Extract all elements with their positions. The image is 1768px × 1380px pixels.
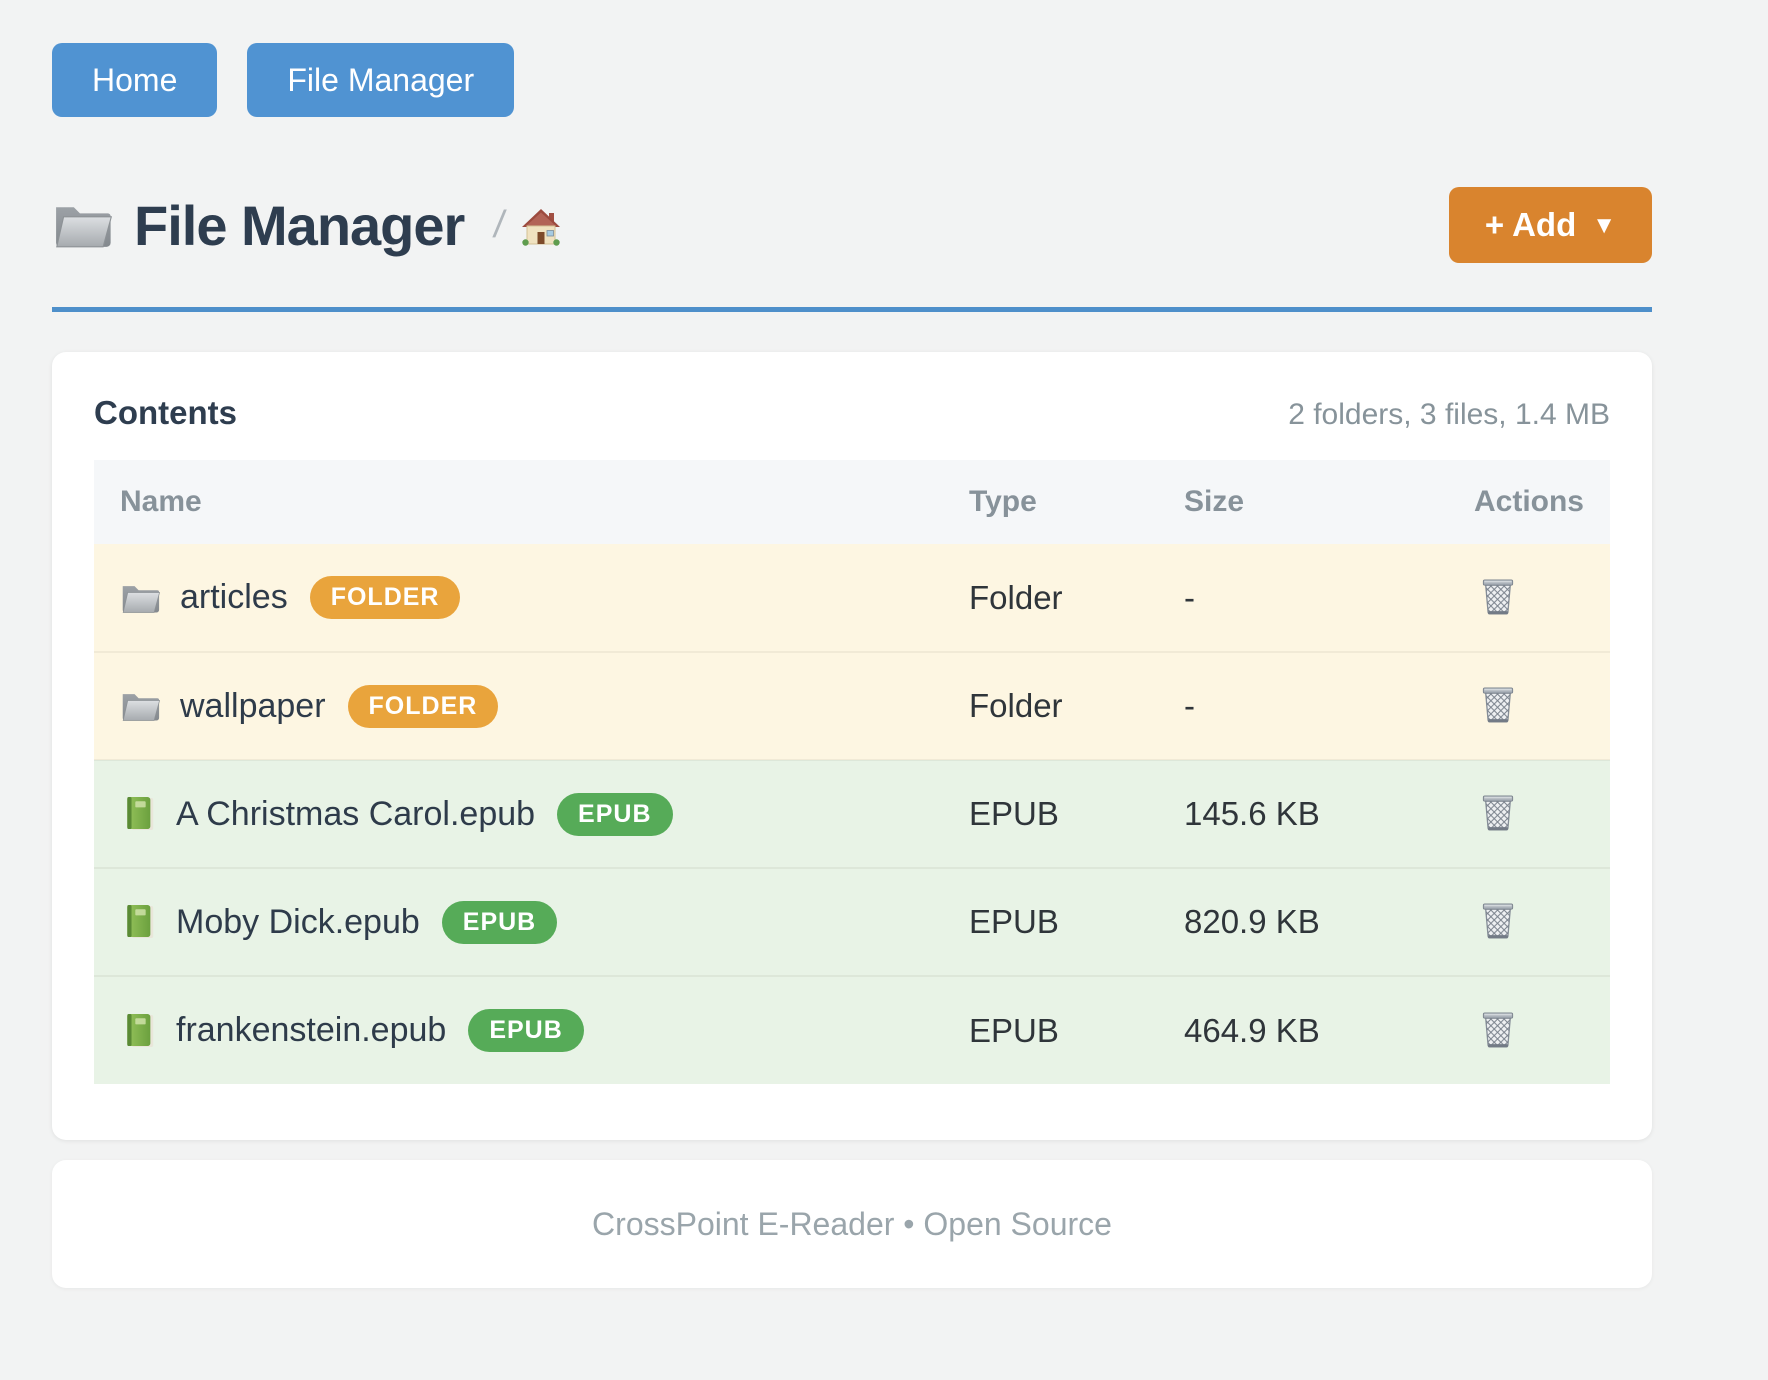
name-cell: frankenstein.epub EPUB [94, 976, 969, 1084]
file-type: Folder [969, 652, 1184, 760]
trash-icon [1481, 576, 1515, 616]
delete-button[interactable] [1477, 572, 1519, 620]
nav-file-manager-button[interactable]: File Manager [247, 43, 514, 117]
book-icon [124, 1012, 156, 1050]
trash-icon [1481, 1009, 1515, 1049]
file-type-badge: FOLDER [310, 576, 461, 619]
table-row[interactable]: wallpaper FOLDER Folder - [94, 652, 1610, 760]
book-icon [124, 903, 156, 941]
title-divider [52, 307, 1652, 312]
title-block: File Manager / [52, 193, 561, 258]
delete-button[interactable] [1477, 680, 1519, 728]
file-size: 820.9 KB [1184, 868, 1386, 976]
file-name[interactable]: frankenstein.epub [176, 1011, 446, 1050]
table-row[interactable]: frankenstein.epub EPUB EPUB 464.9 KB [94, 976, 1610, 1084]
file-type-badge: EPUB [468, 1009, 583, 1052]
breadcrumb-separator: / [491, 204, 508, 247]
file-size: - [1184, 652, 1386, 760]
actions-cell [1386, 652, 1610, 760]
name-cell: articles FOLDER [94, 544, 969, 652]
file-table-head: Name Type Size Actions [94, 460, 1610, 544]
column-header-type: Type [969, 460, 1184, 544]
contents-card: Contents 2 folders, 3 files, 1.4 MB Name… [52, 352, 1652, 1140]
table-row[interactable]: A Christmas Carol.epub EPUB EPUB 145.6 K… [94, 760, 1610, 868]
file-name[interactable]: A Christmas Carol.epub [176, 795, 535, 834]
contents-title: Contents [94, 394, 237, 432]
folder-icon [120, 689, 160, 723]
add-button[interactable]: + Add ▼ [1449, 187, 1652, 263]
page-title: File Manager [134, 193, 464, 258]
contents-card-header: Contents 2 folders, 3 files, 1.4 MB [94, 394, 1610, 432]
name-cell: Moby Dick.epub EPUB [94, 868, 969, 976]
folder-icon [120, 581, 160, 615]
column-header-name: Name [94, 460, 969, 544]
book-icon [124, 795, 156, 833]
name-cell: A Christmas Carol.epub EPUB [94, 760, 969, 868]
delete-button[interactable] [1477, 1005, 1519, 1053]
file-type: Folder [969, 544, 1184, 652]
delete-button[interactable] [1477, 896, 1519, 944]
file-type: EPUB [969, 868, 1184, 976]
file-size: - [1184, 544, 1386, 652]
footer-text: CrossPoint E-Reader • Open Source [592, 1206, 1112, 1243]
file-type: EPUB [969, 976, 1184, 1084]
name-cell: wallpaper FOLDER [94, 652, 969, 760]
file-type: EPUB [969, 760, 1184, 868]
actions-cell [1386, 976, 1610, 1084]
add-button-label: + Add [1485, 206, 1576, 244]
column-header-size: Size [1184, 460, 1386, 544]
contents-summary: 2 folders, 3 files, 1.4 MB [1288, 398, 1610, 432]
page-container: Home File Manager File Manager / + Add ▼… [52, 0, 1652, 1288]
trash-icon [1481, 792, 1515, 832]
file-table-body: articles FOLDER Folder - wallpaper FOLDE… [94, 544, 1610, 1084]
header-row: Name Type Size Actions [94, 460, 1610, 544]
file-size: 464.9 KB [1184, 976, 1386, 1084]
actions-cell [1386, 760, 1610, 868]
page-header: File Manager / + Add ▼ [52, 187, 1652, 263]
footer-card: CrossPoint E-Reader • Open Source [52, 1160, 1652, 1288]
column-header-actions: Actions [1386, 460, 1610, 544]
trash-icon [1481, 900, 1515, 940]
actions-cell [1386, 868, 1610, 976]
file-type-badge: FOLDER [348, 685, 499, 728]
table-row[interactable]: articles FOLDER Folder - [94, 544, 1610, 652]
chevron-down-icon: ▼ [1592, 212, 1616, 240]
trash-icon [1481, 684, 1515, 724]
house-icon[interactable] [521, 208, 561, 248]
nav-home-button[interactable]: Home [52, 43, 217, 117]
top-nav: Home File Manager [52, 0, 1652, 117]
file-type-badge: EPUB [557, 793, 672, 836]
table-row[interactable]: Moby Dick.epub EPUB EPUB 820.9 KB [94, 868, 1610, 976]
delete-button[interactable] [1477, 788, 1519, 836]
folder-icon [52, 200, 112, 250]
file-name[interactable]: Moby Dick.epub [176, 903, 420, 942]
file-name[interactable]: wallpaper [180, 687, 326, 726]
actions-cell [1386, 544, 1610, 652]
file-type-badge: EPUB [442, 901, 557, 944]
file-name[interactable]: articles [180, 578, 288, 617]
file-size: 145.6 KB [1184, 760, 1386, 868]
file-table: Name Type Size Actions articles FOLDER F… [94, 460, 1610, 1084]
